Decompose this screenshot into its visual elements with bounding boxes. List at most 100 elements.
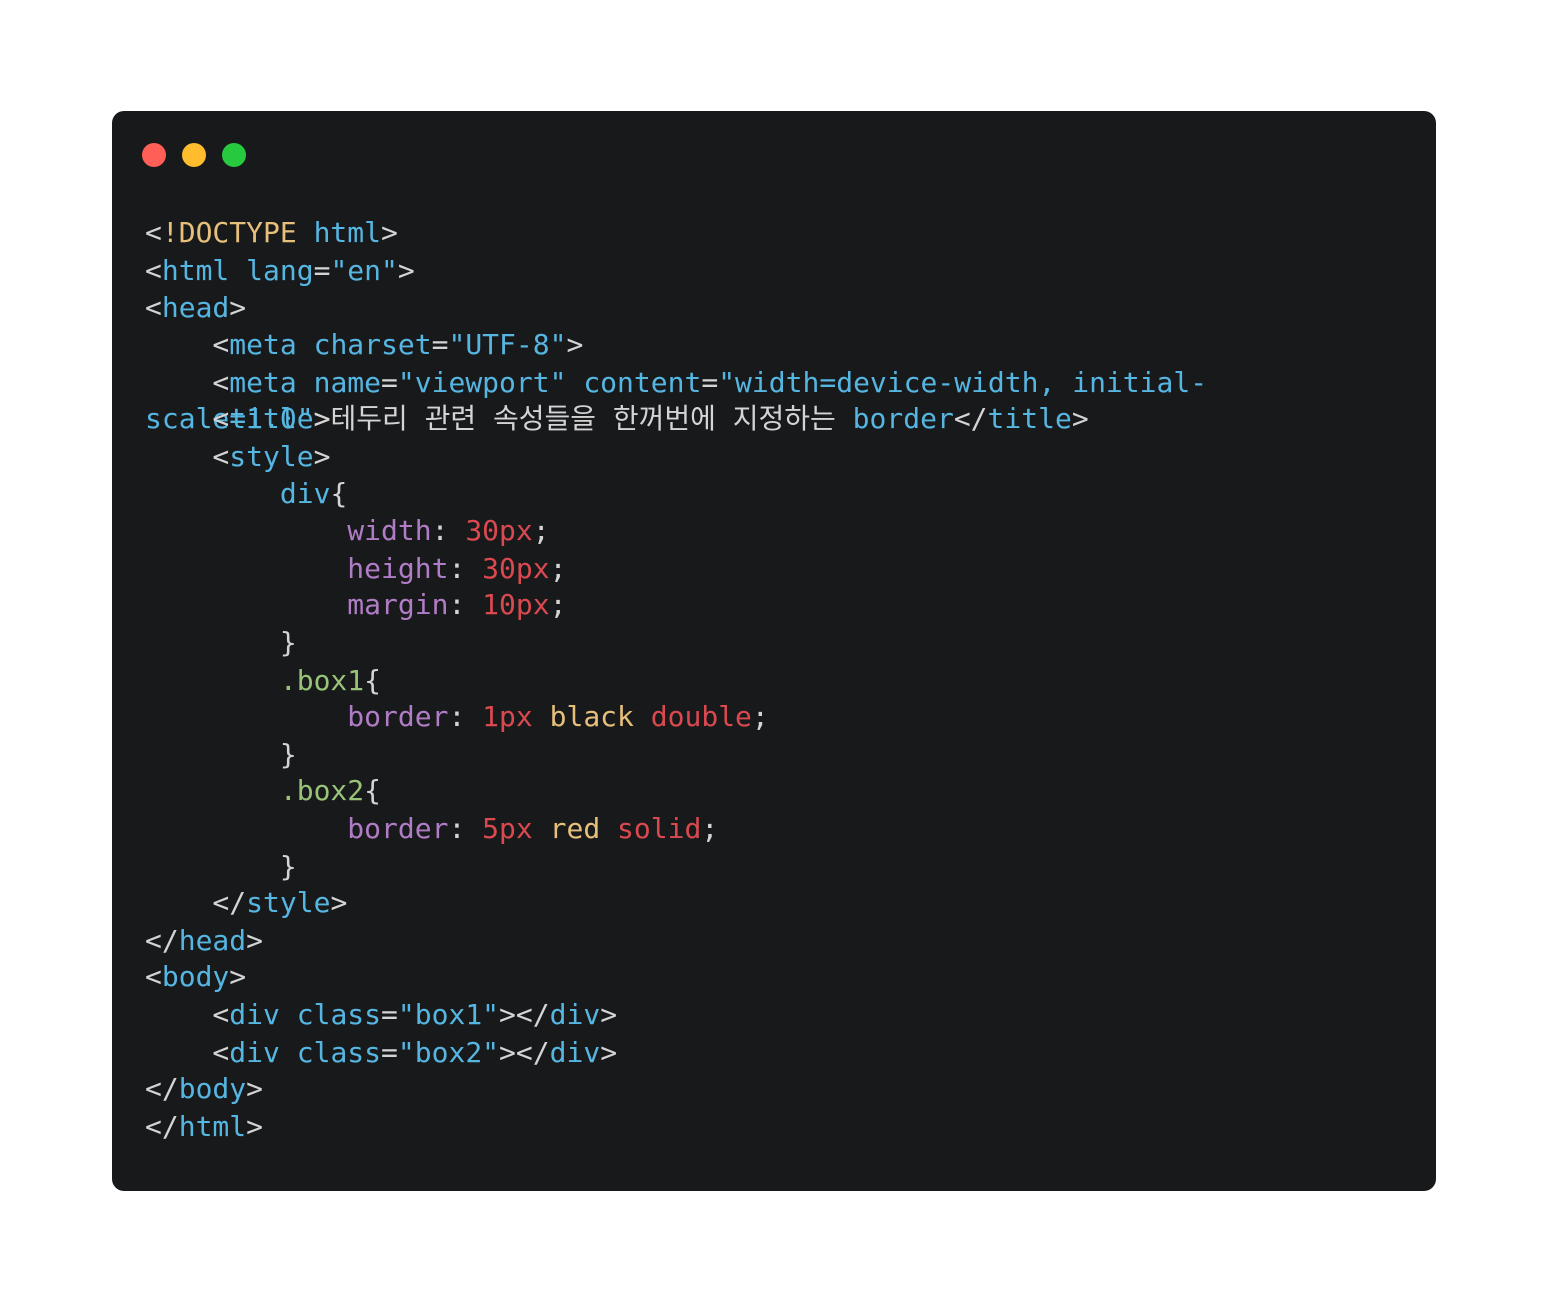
code-line: <!DOCTYPE html> [145, 214, 398, 252]
code-line: width: 30px; [145, 512, 549, 550]
code-token: < [145, 402, 230, 435]
code-token: < [145, 216, 162, 249]
code-token: { [364, 774, 382, 807]
code-token: "box1" [397, 998, 500, 1031]
code-line: border: 5px red solid; [145, 810, 718, 848]
code-token: style [246, 886, 331, 919]
code-token: 1px [482, 700, 533, 733]
code-token: head [161, 291, 230, 324]
code-token: } [145, 626, 297, 659]
code-token: = [431, 328, 449, 361]
code-token: < [145, 440, 230, 473]
code-token: = [701, 366, 719, 399]
code-token: .box1 [279, 664, 365, 697]
code-token: charset [313, 328, 432, 361]
maximize-dot[interactable] [222, 143, 246, 167]
code-token: : [448, 588, 483, 621]
code-token: ; [549, 552, 567, 585]
code-token: } [145, 850, 297, 883]
code-token: div [279, 477, 331, 510]
code-token: > [397, 254, 415, 287]
code-token: div [229, 1036, 280, 1069]
code-token: > [313, 440, 331, 473]
code-token: meta [229, 366, 297, 399]
code-token: class [296, 998, 382, 1031]
code-token: { [330, 477, 348, 510]
code-token: border [347, 812, 449, 845]
code-token: height [347, 552, 449, 585]
code-line: </head> [145, 922, 263, 960]
code-line: margin: 10px; [145, 586, 566, 624]
code-token: margin [347, 588, 449, 621]
code-token: : [431, 514, 466, 547]
code-token: > [1071, 402, 1089, 435]
code-token: > [600, 1036, 618, 1069]
code-token: </ [145, 924, 179, 957]
code-token: > [600, 998, 618, 1031]
code-token: < [145, 328, 230, 361]
code-token: > [229, 291, 247, 324]
code-token: </ [145, 1072, 179, 1105]
code-token: "box2" [397, 1036, 500, 1069]
code-token: html [313, 216, 382, 249]
minimize-dot[interactable] [182, 143, 206, 167]
code-token: lang [246, 254, 314, 287]
code-token: { [364, 664, 382, 697]
code-token: >테두리 관련 속성들을 한꺼번에 지정하는 [313, 402, 853, 435]
code-token: "UTF-8" [448, 328, 567, 361]
code-token: solid [617, 812, 702, 845]
code-token: "viewport" [397, 366, 567, 399]
code-line: border: 1px black double; [145, 698, 769, 736]
code-line: </body> [145, 1070, 263, 1108]
code-token: ; [751, 700, 769, 733]
code-window: <!DOCTYPE html> <html lang="en"> <head> <m… [112, 111, 1436, 1191]
code-token: < [145, 960, 162, 993]
close-dot[interactable] [142, 143, 166, 167]
code-token: > [246, 1072, 264, 1105]
code-line: <meta charset="UTF-8"> [145, 326, 583, 364]
code-token: div [229, 998, 280, 1031]
code-token: > [246, 924, 264, 957]
code-token: !DOCTYPE [161, 216, 297, 249]
code-token: .box2 [279, 774, 365, 807]
code-token: html [178, 1110, 247, 1143]
code-token: ; [701, 812, 719, 845]
code-line: } [145, 736, 297, 774]
code-token: black [549, 700, 634, 733]
code-token: > [229, 960, 247, 993]
code-line: } [145, 624, 297, 662]
code-token: double [650, 700, 752, 733]
code-line: <div class="box2"></div> [145, 1034, 617, 1072]
code-token: content [583, 366, 702, 399]
code-token: : [448, 812, 483, 845]
code-token: </ [145, 886, 247, 919]
code-token: : [448, 700, 483, 733]
code-token: = [381, 998, 398, 1031]
code-token: 30px [482, 552, 550, 585]
code-token: > [330, 886, 348, 919]
code-line: <title>테두리 관련 속성들을 한꺼번에 지정하는 border</tit… [145, 400, 1089, 438]
code-token: head [178, 924, 247, 957]
code-token: > [246, 1110, 264, 1143]
code-line: <div class="box1"></div> [145, 996, 617, 1034]
code-token: = [381, 366, 398, 399]
code-token: meta [229, 328, 297, 361]
code-token: border [347, 700, 449, 733]
code-token: border [852, 402, 954, 435]
code-line: <html lang="en"> [145, 252, 415, 290]
code-token: = [381, 1036, 398, 1069]
code-token: div [549, 998, 601, 1031]
code-token: style [229, 440, 314, 473]
code-line: <body> [145, 958, 246, 996]
code-token: : [448, 552, 483, 585]
